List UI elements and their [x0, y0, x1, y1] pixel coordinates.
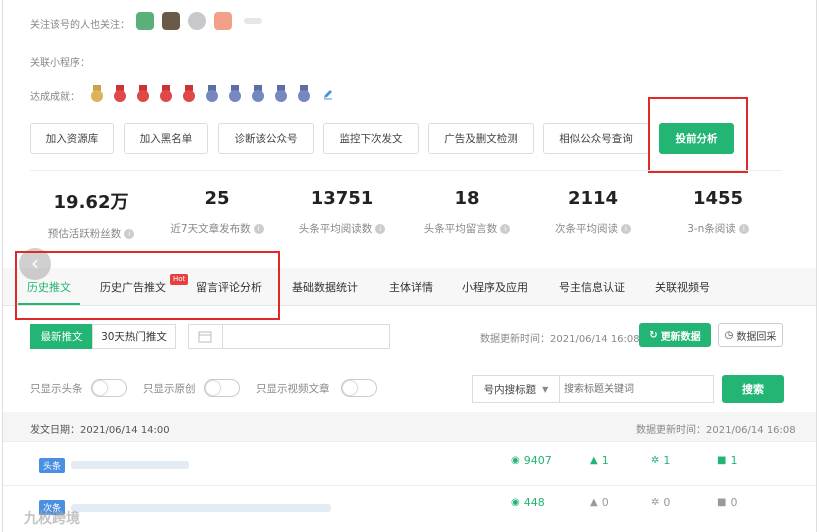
tab-basic-stats[interactable]: 基础数据统计 — [292, 279, 358, 295]
tab-subject-details[interactable]: 主体详情 — [389, 279, 433, 295]
miniapp-label: 关联小程序： — [30, 58, 90, 69]
only-video-label: 只显示视频文章 — [256, 383, 330, 395]
info-icon: i — [124, 228, 135, 239]
followers-label: 关注该号的人也关注： — [30, 20, 130, 31]
latest-posts-toggle[interactable]: 最新推文 — [30, 324, 93, 349]
stat-headline-comments: 18 头条平均留言数 i — [402, 188, 532, 236]
medal-icon — [136, 85, 150, 103]
comment-icon: ■ — [717, 497, 727, 508]
list-update-time: 数据更新时间：2021/06/14 16:08 — [636, 425, 796, 436]
tab-owner-verify[interactable]: 号主信息认证 — [559, 279, 625, 295]
thumb-up-icon: ▲ — [590, 455, 598, 466]
refresh-icon: ↻ — [649, 329, 658, 341]
data-backtrack-button[interactable]: ◷ 数据回采 — [718, 323, 783, 347]
highlight-box — [648, 97, 748, 173]
medal-icon — [297, 85, 311, 103]
table-row[interactable]: 头条 ◉ 9407 ▲ 1 ✲ 1 ■ 1 — [3, 443, 816, 486]
only-original-label: 只显示原创 — [143, 383, 196, 395]
post-title[interactable] — [71, 504, 331, 512]
medal-icon — [228, 85, 242, 103]
watermark: 九枚跨境 — [24, 511, 80, 527]
thumb-up-icon: ▲ — [590, 497, 598, 508]
data-update-time: 数据更新时间：2021/06/14 16:08 — [480, 334, 640, 345]
stat-second-reads: 2114 次条平均阅读 i — [528, 188, 658, 236]
medal-icon — [205, 85, 219, 103]
medal-icon — [113, 85, 127, 103]
edit-pencil-icon[interactable] — [322, 88, 334, 100]
eye-icon: ◉ — [511, 497, 520, 508]
like-count: ▲ 1 — [590, 454, 609, 467]
date-range-input[interactable] — [188, 324, 390, 349]
add-blacklist-button[interactable]: 加入黑名单 — [124, 123, 208, 154]
sparkle-icon: ✲ — [651, 455, 660, 466]
post-title[interactable] — [71, 461, 189, 469]
achievements-label: 达成成就： — [30, 92, 80, 103]
search-input[interactable] — [560, 375, 714, 403]
tab-video-channel[interactable]: 关联视频号 — [655, 279, 710, 295]
info-icon: i — [253, 223, 264, 234]
medal-icon — [90, 85, 104, 103]
post-date: 发文日期：2021/06/14 14:00 — [30, 425, 170, 436]
eye-icon: ◉ — [511, 455, 520, 466]
search-scope-select[interactable]: 号内搜标题 ▼ — [472, 375, 560, 403]
table-row[interactable]: 次条 ◉ 448 ▲ 0 ✲ 0 ■ 0 — [3, 487, 816, 532]
sparkle-icon: ✲ — [651, 497, 660, 508]
refresh-data-button[interactable]: ↻ 更新数据 — [639, 323, 711, 347]
only-original-switch[interactable] — [204, 379, 240, 397]
highlight-box — [15, 251, 280, 320]
headline-tag: 头条 — [39, 458, 65, 473]
related-account-avatar[interactable] — [136, 12, 154, 30]
info-icon: i — [375, 223, 386, 234]
info-icon: i — [738, 223, 749, 234]
related-account-avatar[interactable] — [244, 18, 262, 24]
medal-icon — [274, 85, 288, 103]
info-icon: i — [500, 223, 511, 234]
calendar-icon — [198, 331, 212, 343]
stat-active-fans: 19.62万 预估活跃粉丝数 i — [26, 188, 156, 241]
look-count: ✲ 0 — [651, 496, 671, 509]
hot-30d-toggle[interactable]: 30天热门推文 — [92, 324, 176, 349]
clock-icon: ◷ — [724, 329, 734, 341]
like-count: ▲ 0 — [590, 496, 609, 509]
similar-accounts-button[interactable]: 相似公众号查询 — [543, 123, 649, 154]
tab-miniapps[interactable]: 小程序及应用 — [462, 279, 528, 295]
medal-icon — [251, 85, 265, 103]
comment-icon: ■ — [717, 455, 727, 466]
ad-delete-check-button[interactable]: 广告及删文检测 — [428, 123, 534, 154]
related-account-avatar[interactable] — [214, 12, 232, 30]
chevron-down-icon: ▼ — [542, 384, 549, 394]
comment-count: ■ 1 — [717, 454, 738, 467]
read-count: ◉ 9407 — [511, 454, 552, 467]
only-headline-switch[interactable] — [91, 379, 127, 397]
only-video-switch[interactable] — [341, 379, 377, 397]
divider — [30, 170, 782, 171]
related-account-avatar[interactable] — [188, 12, 206, 30]
stat-headline-reads: 13751 头条平均阅读数 i — [277, 188, 407, 236]
stat-3n-reads: 1455 3-n条阅读 i — [653, 188, 783, 236]
info-icon: i — [621, 223, 631, 234]
diagnose-account-button[interactable]: 诊断该公众号 — [218, 123, 314, 154]
medal-icon — [159, 85, 173, 103]
comment-count: ■ 0 — [717, 496, 738, 509]
search-button[interactable]: 搜索 — [722, 375, 784, 403]
read-count: ◉ 448 — [511, 496, 545, 509]
monitor-next-post-button[interactable]: 监控下次发文 — [323, 123, 419, 154]
medal-icon — [182, 85, 196, 103]
look-count: ✲ 1 — [651, 454, 671, 467]
only-headline-label: 只显示头条 — [30, 383, 83, 395]
add-resource-button[interactable]: 加入资源库 — [30, 123, 114, 154]
stat-weekly-posts: 25 近7天文章发布数 i — [152, 188, 282, 236]
related-account-avatar[interactable] — [162, 12, 180, 30]
